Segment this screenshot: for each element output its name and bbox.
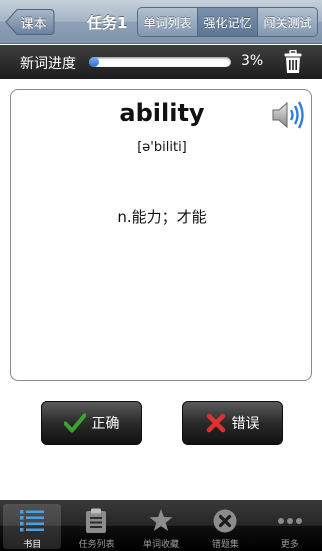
star-icon bbox=[149, 509, 173, 531]
back-button-label: 课本 bbox=[20, 16, 47, 32]
segment-reinforce-memory[interactable]: 强化记忆 bbox=[198, 8, 258, 36]
tab-books[interactable]: 书目 bbox=[0, 500, 64, 551]
cross-icon bbox=[206, 413, 225, 433]
clipboard-icon bbox=[86, 508, 107, 533]
tab-bar: 书目 任务列表 单词收藏 错题集 更多 bbox=[0, 500, 322, 551]
word-text: ability bbox=[119, 99, 205, 127]
progress-label: 新词进度 bbox=[20, 56, 76, 72]
checkmark-icon bbox=[63, 413, 86, 433]
tab-mistakes[interactable]: 错题集 bbox=[193, 500, 257, 551]
progress-fill bbox=[89, 57, 99, 67]
list-icon bbox=[20, 510, 44, 532]
meaning-text: n.能力；才能 bbox=[117, 208, 207, 226]
phonetic-text: [ə'biliti] bbox=[137, 140, 187, 155]
wrong-button[interactable]: 错误 bbox=[182, 401, 283, 445]
more-icon bbox=[277, 518, 302, 524]
segment-level-test[interactable]: 闯关测试 bbox=[258, 8, 317, 36]
progress-track bbox=[89, 57, 231, 67]
word-card: ability [ə'biliti] n.能力；才能 bbox=[10, 89, 312, 381]
mode-segmented-control: 单词列表 强化记忆 闯关测试 bbox=[137, 7, 318, 37]
correct-button-label: 正确 bbox=[91, 416, 120, 432]
wrong-button-label: 错误 bbox=[231, 416, 260, 432]
navigation-bar: 课本 任务1 单词列表 强化记忆 闯关测试 bbox=[0, 0, 322, 44]
tab-word-favorites[interactable]: 单词收藏 bbox=[129, 500, 193, 551]
tab-books-label: 书目 bbox=[23, 540, 42, 550]
progress-percent: 3% bbox=[241, 53, 264, 69]
tab-word-favorites-label: 单词收藏 bbox=[142, 540, 179, 550]
speaker-icon[interactable] bbox=[271, 100, 307, 130]
x-circle-icon bbox=[213, 509, 237, 533]
trash-icon[interactable] bbox=[284, 49, 302, 74]
back-button[interactable]: 课本 bbox=[5, 8, 55, 36]
tab-more[interactable]: 更多 bbox=[258, 500, 322, 551]
tab-mistakes-label: 错题集 bbox=[211, 540, 239, 550]
progress-section: 新词进度 3% bbox=[0, 45, 322, 79]
page-title: 任务1 bbox=[87, 14, 128, 32]
segment-word-list[interactable]: 单词列表 bbox=[138, 8, 198, 36]
tab-task-list[interactable]: 任务列表 bbox=[64, 500, 128, 551]
correct-button[interactable]: 正确 bbox=[41, 401, 142, 445]
tab-task-list-label: 任务列表 bbox=[78, 540, 115, 550]
tab-more-label: 更多 bbox=[280, 540, 299, 550]
